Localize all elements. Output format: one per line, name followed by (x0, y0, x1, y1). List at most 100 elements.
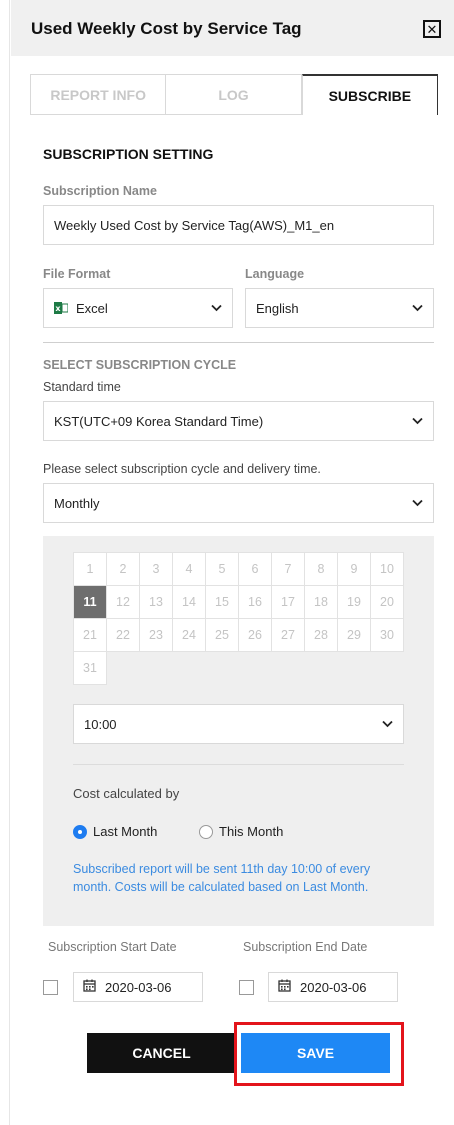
tab-subscribe[interactable]: SUBSCRIBE (301, 74, 438, 115)
calendar-day[interactable]: 31 (73, 651, 107, 685)
calendar-day[interactable]: 18 (304, 585, 338, 619)
calendar-day[interactable]: 9 (337, 552, 371, 586)
calendar-empty-cell (239, 652, 272, 685)
calendar-empty-cell (107, 652, 140, 685)
language-value: English (256, 300, 299, 316)
calendar-day[interactable]: 16 (238, 585, 272, 619)
file-format-select[interactable]: x Excel (43, 288, 233, 328)
standard-time-select[interactable]: KST(UTC+09 Korea Standard Time) (43, 401, 434, 441)
excel-icon: x (54, 302, 69, 314)
subscription-name-value: Weekly Used Cost by Service Tag(AWS)_M1_… (54, 217, 335, 233)
save-highlight-box (234, 1022, 404, 1086)
calendar-day[interactable]: 4 (172, 552, 206, 586)
calendar-day[interactable]: 27 (271, 618, 305, 652)
chevron-down-icon (211, 304, 222, 312)
radio-this-month[interactable]: This Month (199, 824, 283, 839)
calendar-empty-cell (206, 652, 239, 685)
radio-last-month[interactable]: Last Month (73, 824, 157, 839)
start-date-checkbox[interactable] (43, 980, 58, 995)
start-date-field[interactable]: 2020-03-06 (73, 972, 203, 1002)
calendar-day[interactable]: 20 (370, 585, 404, 619)
chevron-down-icon (412, 304, 423, 312)
end-date-checkbox[interactable] (239, 980, 254, 995)
calendar-day[interactable]: 11 (73, 585, 107, 619)
radio-last-month-label: Last Month (93, 824, 158, 839)
calendar-row: 21 22 23 24 25 26 27 28 29 30 (73, 618, 404, 652)
calendar-empty-cell (305, 652, 338, 685)
cancel-button[interactable]: CANCEL (87, 1033, 236, 1073)
calendar-empty-cell (140, 652, 173, 685)
calendar-day[interactable]: 5 (205, 552, 239, 586)
calendar-empty-cell (272, 652, 305, 685)
panel-divider (73, 764, 404, 765)
end-date-field[interactable]: 2020-03-06 (268, 972, 398, 1002)
calendar-day[interactable]: 1 (73, 552, 107, 586)
tab-report-info[interactable]: REPORT INFO (30, 74, 167, 115)
calendar-day[interactable]: 10 (370, 552, 404, 586)
schedule-panel: 1 2 3 4 5 6 7 8 9 10 11 12 13 14 15 16 17 18 19 20 21 22 23 24 2… (43, 536, 434, 926)
calendar-day[interactable]: 3 (139, 552, 173, 586)
calendar-day[interactable]: 17 (271, 585, 305, 619)
calendar-day[interactable]: 8 (304, 552, 338, 586)
language-label: Language (245, 267, 305, 281)
dialog-header: Used Weekly Cost by Service Tag ✕ (11, 0, 454, 56)
calendar-day[interactable]: 6 (238, 552, 272, 586)
calendar-day[interactable]: 15 (205, 585, 239, 619)
calendar-day[interactable]: 25 (205, 618, 239, 652)
calendar-day[interactable]: 19 (337, 585, 371, 619)
close-icon[interactable]: ✕ (423, 20, 441, 38)
calendar-row: 1 2 3 4 5 6 7 8 9 10 (73, 552, 404, 586)
language-select[interactable]: English (245, 288, 434, 328)
calendar-day[interactable]: 7 (271, 552, 305, 586)
calendar-day[interactable]: 14 (172, 585, 206, 619)
cycle-select[interactable]: Monthly (43, 483, 434, 523)
day-calendar: 1 2 3 4 5 6 7 8 9 10 11 12 13 14 15 16 17 18 19 20 21 22 23 24 2… (73, 552, 404, 685)
radio-selected-icon (73, 824, 87, 839)
calendar-day[interactable]: 30 (370, 618, 404, 652)
file-format-value: Excel (76, 300, 108, 316)
file-format-label: File Format (43, 267, 111, 281)
schedule-notice: Subscribed report will be sent 11th day … (73, 862, 371, 894)
calendar-day[interactable]: 24 (172, 618, 206, 652)
calendar-icon (278, 979, 291, 995)
calendar-day[interactable]: 21 (73, 618, 107, 652)
start-date-label: Subscription Start Date (48, 940, 177, 954)
standard-time-value: KST(UTC+09 Korea Standard Time) (54, 413, 264, 429)
end-date-value: 2020-03-06 (300, 979, 367, 995)
chevron-down-icon (412, 417, 423, 425)
left-panel-edge (0, 0, 10, 1125)
svg-text:x: x (55, 304, 61, 313)
calendar-empty-cell (173, 652, 206, 685)
calendar-row: 31 (73, 651, 404, 685)
end-date-label: Subscription End Date (243, 940, 368, 954)
calendar-day[interactable]: 22 (106, 618, 140, 652)
section-divider (43, 342, 434, 343)
calendar-day[interactable]: 12 (106, 585, 140, 619)
calendar-icon (83, 979, 96, 995)
delivery-time-select[interactable]: 10:00 (73, 704, 404, 744)
cycle-section-title: SELECT SUBSCRIPTION CYCLE (43, 358, 237, 372)
dialog-title: Used Weekly Cost by Service Tag (31, 19, 302, 38)
cost-calculated-label: Cost calculated by (73, 786, 180, 801)
calendar-day[interactable]: 26 (238, 618, 272, 652)
calendar-empty-cell (338, 652, 371, 685)
calendar-day[interactable]: 29 (337, 618, 371, 652)
start-date-value: 2020-03-06 (105, 979, 172, 995)
cycle-value: Monthly (54, 495, 100, 511)
calendar-day[interactable]: 23 (139, 618, 173, 652)
tab-log[interactable]: LOG (166, 74, 302, 115)
calendar-day[interactable]: 2 (106, 552, 140, 586)
section-title: SUBSCRIPTION SETTING (43, 146, 214, 162)
calendar-empty-cell (371, 652, 404, 685)
cycle-prompt: Please select subscription cycle and del… (43, 462, 321, 476)
chevron-down-icon (382, 720, 393, 728)
radio-unselected-icon (199, 824, 213, 839)
chevron-down-icon (412, 499, 423, 507)
subscription-name-label: Subscription Name (43, 184, 157, 198)
subscription-name-input[interactable]: Weekly Used Cost by Service Tag(AWS)_M1_… (43, 205, 434, 245)
delivery-time-value: 10:00 (84, 716, 117, 732)
radio-this-month-label: This Month (219, 824, 284, 839)
calendar-day[interactable]: 28 (304, 618, 338, 652)
calendar-day[interactable]: 13 (139, 585, 173, 619)
standard-time-label: Standard time (43, 380, 121, 394)
